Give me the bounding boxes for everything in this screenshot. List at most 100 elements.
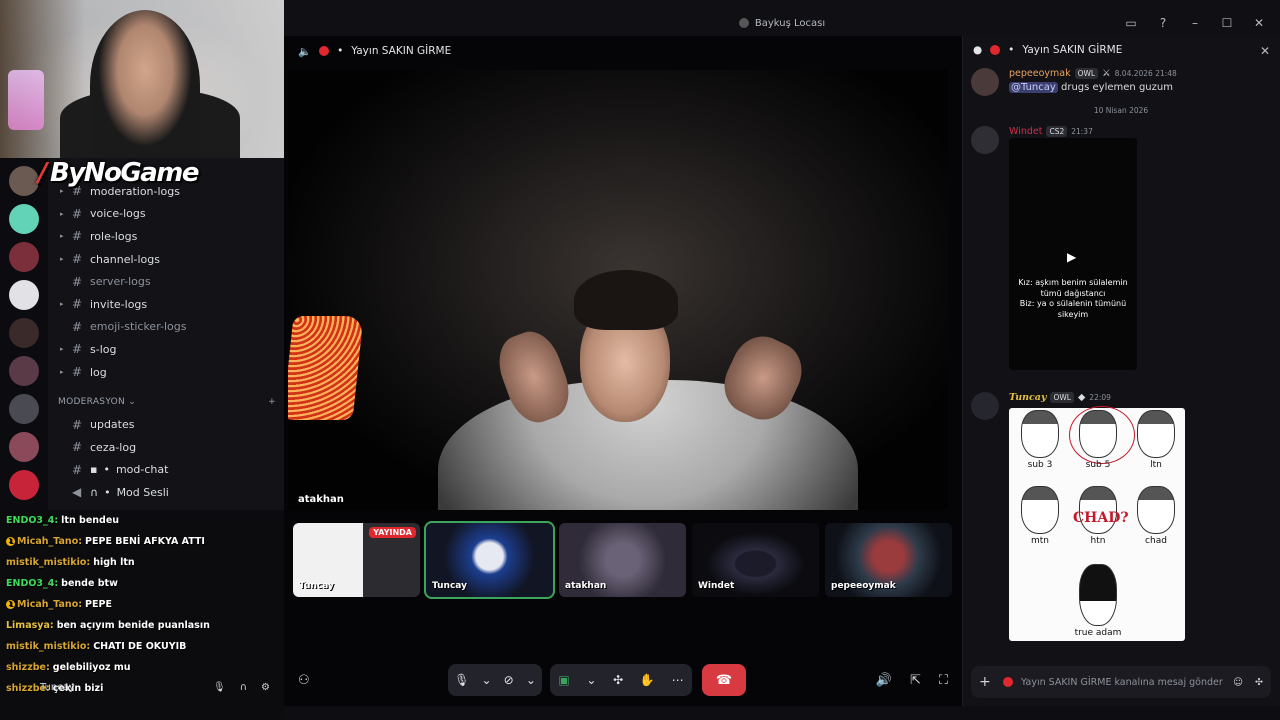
sub-badge-icon: 1 <box>6 537 15 546</box>
stream-chat-line: ENDO3_4: ltn bendeu <box>0 510 284 531</box>
hash-icon: # <box>72 297 83 312</box>
volume-icon[interactable]: 🔊 <box>876 673 892 688</box>
channel-list: ▸ # moderation-logs ▸ # voice-logs ▸ # role-lo… <box>48 158 284 520</box>
channel-role-logs[interactable]: ▸ # role-logs <box>48 225 284 248</box>
channel-voice-logs[interactable]: ▸ # voice-logs <box>48 203 284 226</box>
chat-bubble-icon: ▪ <box>90 463 98 477</box>
server-icon-1[interactable] <box>9 166 39 196</box>
stream-chat-line: ENDO3_4: bende btw <box>0 573 284 594</box>
message-author[interactable]: Windet <box>1009 126 1042 137</box>
participant-thumbnails: YAYINDA Tuncay Tuncay atakhan Windet pepe… <box>293 521 952 599</box>
speaker-icon[interactable]: 🔈 <box>298 45 311 58</box>
screen-share-icon[interactable]: ▣ <box>558 673 569 687</box>
app-window: Baykuş Locası ▭ ? – ☐ ✕ ▸ # moderation-log… <box>0 0 1280 720</box>
message-author[interactable]: pepeeoymak <box>1009 68 1071 79</box>
participant-tile[interactable]: YAYINDA Tuncay <box>293 523 420 597</box>
microphone-icon[interactable]: 🎙 <box>454 673 469 687</box>
message-composer[interactable]: + Yayın SAKIN GİRME kanalına mesaj gönde… <box>971 666 1271 698</box>
live-badge: YAYINDA <box>369 527 416 538</box>
chat-username: ENDO3_4: <box>6 515 59 526</box>
play-icon[interactable]: ▶ <box>1067 250 1076 264</box>
server-icon-3[interactable] <box>9 242 39 272</box>
call-controls: ⚇ 🎙 ⌄ ⊘ ⌄ ▣ ⌄ ✣ ✋ ⋯ ☎ 🔊 ⇱ ⛶ <box>284 660 962 700</box>
message-author[interactable]: Tuncay <box>1009 392 1046 403</box>
channel-server-logs[interactable]: # server-logs <box>48 270 284 293</box>
camera-off-icon[interactable]: ⊘ <box>504 673 514 687</box>
image-attachment[interactable]: sub 3 sub 5 ltn mtn htn chad CHAD? true … <box>1009 406 1185 641</box>
chevron-down-icon[interactable]: ⌄ <box>526 673 536 687</box>
sub-badge-icon: 1 <box>6 600 15 609</box>
participant-tile[interactable]: Tuncay <box>424 521 555 599</box>
microphone-icon[interactable]: 🎙 <box>213 682 226 693</box>
stream-chat-line: mistik_mistikio: CHATI DE OKUYIB <box>0 636 284 657</box>
popout-icon[interactable]: ⇱ <box>910 673 921 688</box>
inbox-icon[interactable]: ▭ <box>1124 16 1138 30</box>
activities-icon[interactable]: ✣ <box>613 673 623 687</box>
chevron-down-icon[interactable]: ⌄ <box>586 673 596 687</box>
message-text: drugs eylemen guzum <box>1061 82 1173 93</box>
channel-channel-logs[interactable]: ▸ # channel-logs <box>48 248 284 271</box>
fullscreen-icon[interactable]: ⛶ <box>939 673 948 688</box>
avatar[interactable] <box>971 126 999 154</box>
plus-icon[interactable]: + <box>979 674 995 690</box>
channel-mod-sesli[interactable]: ◀ ∩ • Mod Sesli <box>48 481 284 504</box>
rgb-light <box>8 70 44 130</box>
apps-icon[interactable]: ✣ <box>1255 677 1263 688</box>
avatar[interactable] <box>971 68 999 96</box>
settings-icon[interactable]: ⚙ <box>261 682 284 693</box>
channel-emoji-sticker-logs[interactable]: # emoji-sticker-logs <box>48 316 284 339</box>
channel-updates[interactable]: # updates <box>48 413 284 436</box>
hash-icon: # <box>72 274 83 289</box>
server-icon-6[interactable] <box>9 356 39 386</box>
participant-tile[interactable]: Windet <box>692 523 819 597</box>
video-attachment[interactable]: ▶ Kız: aşkım benim sülalemin tümü dağıst… <box>1009 138 1137 370</box>
participant-tile[interactable]: atakhan <box>559 523 686 597</box>
channel-mod-chat[interactable]: # ▪ • mod-chat <box>48 459 284 482</box>
channel-invite-logs[interactable]: ▸ # invite-logs <box>48 293 284 316</box>
maximize-button[interactable]: ☐ <box>1220 16 1234 30</box>
disconnect-button[interactable]: ☎ <box>702 664 746 696</box>
category-moderasyon[interactable]: MODERASYON ⌄ + <box>48 391 284 413</box>
guild-tag: OWL <box>1050 392 1074 403</box>
close-icon[interactable]: ✕ <box>1260 44 1270 58</box>
main-video-name: atakhan <box>298 494 344 505</box>
participant-tile[interactable]: pepeeoymak <box>825 523 952 597</box>
server-icon-8[interactable] <box>9 432 39 462</box>
hash-icon: # <box>72 252 83 267</box>
minimize-button[interactable]: – <box>1188 16 1202 30</box>
guild-tag: OWL <box>1074 68 1099 79</box>
channel-s-log[interactable]: ▸ # s-log <box>48 338 284 361</box>
avatar[interactable] <box>971 392 999 420</box>
help-icon[interactable]: ? <box>1156 16 1170 30</box>
headphones-icon[interactable]: ∩ <box>240 682 247 693</box>
channel-ceza-log[interactable]: # ceza-log <box>48 436 284 459</box>
mention[interactable]: @Tuncay <box>1009 82 1058 93</box>
hash-icon: # <box>72 342 83 357</box>
more-icon[interactable]: ⋯ <box>672 673 684 687</box>
server-icon-7[interactable] <box>9 394 39 424</box>
add-user-icon[interactable]: ⚇ <box>298 673 310 688</box>
streamer <box>90 10 200 158</box>
hash-icon: # <box>72 417 83 432</box>
video-caption: Kız: aşkım benim sülalemin tümü dağıstan… <box>1018 278 1128 319</box>
day-divider: 10 Nisan 2026 <box>1093 106 1149 115</box>
soundboard-icon[interactable]: ✋ <box>640 673 655 687</box>
add-channel-icon[interactable]: + <box>268 397 276 407</box>
chat-text: high ltn <box>93 557 135 568</box>
chevron-down-icon[interactable]: ⌄ <box>481 673 491 687</box>
live-dot-icon <box>990 45 1001 55</box>
emoji-icon[interactable]: ☺ <box>1233 677 1243 688</box>
channel-log[interactable]: ▸ # log <box>48 361 284 384</box>
chat-text: bende btw <box>61 578 118 589</box>
cat-icon: ◆ <box>1077 392 1086 403</box>
close-button[interactable]: ✕ <box>1252 16 1266 30</box>
stream-chat-line: 1 Micah_Tano: PEPE BENİ AFKYA ATTI <box>0 531 284 552</box>
server-icon-2[interactable] <box>9 204 39 234</box>
server-icon-4[interactable] <box>9 280 39 310</box>
chat-text: PEPE <box>85 599 112 610</box>
chat-header: ● • Yayın SAKIN GİRME ✕ <box>973 44 1270 58</box>
server-icon-9[interactable] <box>9 470 39 500</box>
voice-stage: 🔈 • Yayın SAKIN GİRME atakhan ☝ YAYINDAT… <box>284 36 977 706</box>
main-video[interactable] <box>288 70 948 510</box>
server-icon-5[interactable] <box>9 318 39 348</box>
